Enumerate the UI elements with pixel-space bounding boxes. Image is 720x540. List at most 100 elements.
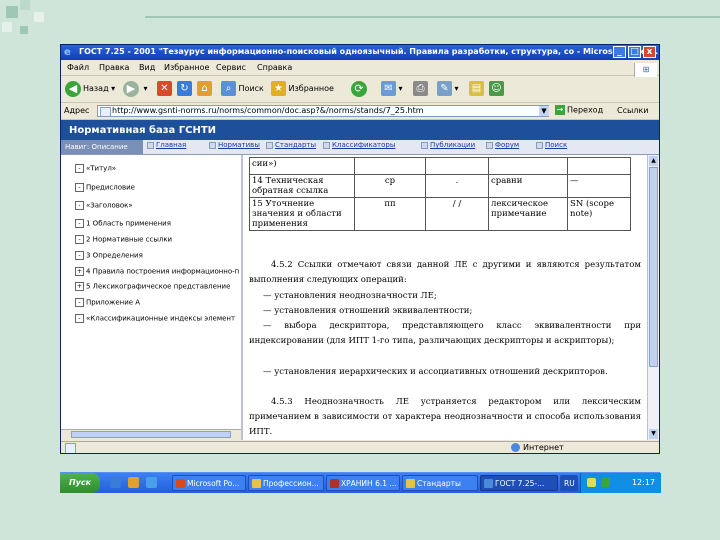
taskbar-item[interactable]: ГОСТ 7.25-...: [480, 475, 558, 491]
sidebar-item[interactable]: - «Классификационные индексы элемент: [75, 314, 235, 323]
quick-launch-icon[interactable]: [110, 477, 121, 488]
quick-launch-icon[interactable]: [146, 477, 157, 488]
address-input[interactable]: http://www.gsnti-norms.ru/norms/common/d…: [97, 105, 549, 117]
nav-link-norms[interactable]: Нормативы: [209, 141, 260, 149]
nav-link-search[interactable]: Поиск: [536, 141, 567, 149]
go-button[interactable]: → Переход: [555, 105, 603, 115]
favorites-button[interactable]: ★ Избранное: [271, 79, 334, 99]
sidebar-item[interactable]: +4 Правила построения информационно-п: [75, 267, 239, 276]
discuss-button[interactable]: ▤: [469, 79, 484, 99]
maximize-button[interactable]: □: [628, 46, 641, 58]
table-cell: сравни: [488, 174, 568, 198]
menu-tools[interactable]: Сервис: [216, 63, 246, 72]
paragraph: — установления отношений эквивалентности…: [263, 306, 473, 316]
back-button[interactable]: ◀ Назад ▾: [65, 79, 115, 99]
ie-icon: e: [64, 47, 71, 58]
sidebar-item[interactable]: -1 Область применения: [75, 219, 171, 228]
table-cell: лексическое примечание: [488, 197, 568, 231]
refresh-button[interactable]: ↻: [177, 79, 192, 99]
history-icon: ⟳: [351, 80, 367, 97]
expand-icon[interactable]: -: [75, 235, 84, 244]
menu-view[interactable]: Вид: [139, 63, 155, 72]
forward-button[interactable]: ▶ ▾: [123, 79, 148, 99]
sidebar-item[interactable]: -2 Нормативные ссылки: [75, 235, 172, 244]
menu-file[interactable]: Файл: [67, 63, 89, 72]
history-button[interactable]: ⟳: [351, 79, 369, 99]
address-url: http://www.gsnti-norms.ru/norms/common/d…: [112, 106, 424, 115]
menu-help[interactable]: Справка: [257, 63, 292, 72]
tray-icon[interactable]: [587, 478, 596, 487]
stop-button[interactable]: ✕: [157, 79, 172, 99]
language-indicator[interactable]: RU: [560, 475, 578, 491]
sidebar-item[interactable]: - Приложение А: [75, 298, 140, 307]
table-cell: ср: [354, 174, 426, 198]
taskbar-item-label: Профессион...: [263, 479, 319, 488]
search-button[interactable]: ⌕ Поиск: [221, 79, 264, 99]
go-arrow-icon: →: [555, 105, 565, 115]
expand-icon[interactable]: +: [75, 267, 84, 276]
table-cell: .: [425, 174, 489, 198]
paragraph: — выбора дескриптора, представляющего кл…: [249, 321, 641, 346]
scrollbar-thumb[interactable]: [649, 167, 658, 367]
home-button[interactable]: ⌂: [197, 79, 212, 99]
content-vertical-scrollbar[interactable]: ▲ ▼: [647, 155, 659, 440]
messenger-icon: ☺: [489, 81, 504, 96]
menu-favorites[interactable]: Избранное: [164, 63, 209, 72]
clock: 12:17: [631, 478, 655, 487]
scroll-down-icon[interactable]: ▼: [649, 429, 658, 439]
taskbar-item[interactable]: Microsoft Po...: [172, 475, 246, 491]
tray-icon[interactable]: [601, 478, 610, 487]
status-bar: Интернет: [61, 441, 659, 453]
scroll-up-icon[interactable]: ▲: [649, 156, 658, 166]
menu-edit[interactable]: Правка: [99, 63, 129, 72]
nav-link-standards[interactable]: Стандарты: [266, 141, 316, 149]
sidebar-item-label: Приложение А: [86, 298, 141, 307]
start-button[interactable]: Пуск: [60, 473, 100, 493]
minimize-button[interactable]: _: [613, 46, 626, 58]
expand-icon[interactable]: -: [75, 219, 84, 228]
expand-icon[interactable]: -: [75, 164, 84, 173]
table-cell: [567, 157, 631, 175]
nav-link-forum[interactable]: Форум: [486, 141, 519, 149]
sidebar-item[interactable]: +5 Лексикографическое представление: [75, 282, 230, 291]
expand-icon[interactable]: -: [75, 251, 84, 260]
nav-link-home[interactable]: Главная: [147, 141, 186, 149]
sidebar-item[interactable]: -3 Определения: [75, 251, 143, 260]
back-label: Назад: [83, 84, 109, 93]
expand-icon[interactable]: -: [75, 298, 84, 307]
folder-icon: [406, 479, 415, 488]
address-label: Адрес: [64, 106, 90, 115]
menu-bar: Файл Правка Вид Избранное Сервис Справка…: [61, 61, 659, 77]
expand-icon[interactable]: -: [75, 314, 84, 323]
scrollbar-thumb[interactable]: [71, 431, 231, 438]
table-cell: [354, 157, 426, 175]
chevron-down-icon[interactable]: ▼: [539, 106, 549, 116]
sidebar-horizontal-scrollbar[interactable]: [61, 429, 241, 440]
windows-flag-icon: ⊞: [634, 63, 657, 77]
nav-link-classifiers[interactable]: Классификаторы: [323, 141, 395, 149]
close-button[interactable]: x: [643, 46, 656, 58]
sidebar-item[interactable]: - «Титул»: [75, 164, 116, 173]
paragraph: — установления иерархических и ассоциати…: [263, 367, 608, 377]
expand-icon[interactable]: +: [75, 282, 84, 291]
sidebar-item[interactable]: - «Заголовок»: [75, 201, 133, 210]
table-row: 14 Техническая обратная ссылка ср . срав…: [249, 174, 631, 198]
table-cell: 15 Уточнение значения и области применен…: [249, 197, 355, 231]
expand-icon[interactable]: -: [75, 183, 84, 192]
mail-button[interactable]: ✉ ▾: [381, 79, 403, 99]
app-icon: [330, 479, 339, 488]
expand-icon[interactable]: -: [75, 201, 84, 210]
nav-link-publications[interactable]: Публикации: [421, 141, 475, 149]
taskbar-item[interactable]: Профессион...: [248, 475, 324, 491]
sidebar-item[interactable]: - Предисловие: [75, 183, 135, 192]
links-button[interactable]: Ссылки: [617, 106, 648, 115]
table-cell: SN (scope note): [567, 197, 631, 231]
taskbar-item[interactable]: ХРАНИН 6.1 ...: [326, 475, 400, 491]
quick-launch-icon[interactable]: [128, 477, 139, 488]
print-button[interactable]: ⎙: [413, 79, 428, 99]
taskbar-item[interactable]: Стандарты: [402, 475, 478, 491]
sidebar-item-label: 2 Нормативные ссылки: [86, 235, 173, 244]
nav-description-tab[interactable]: Навиг: Описание: [61, 140, 143, 154]
edit-button[interactable]: ✎ ▾: [437, 79, 459, 99]
messenger-button[interactable]: ☺: [489, 79, 504, 99]
